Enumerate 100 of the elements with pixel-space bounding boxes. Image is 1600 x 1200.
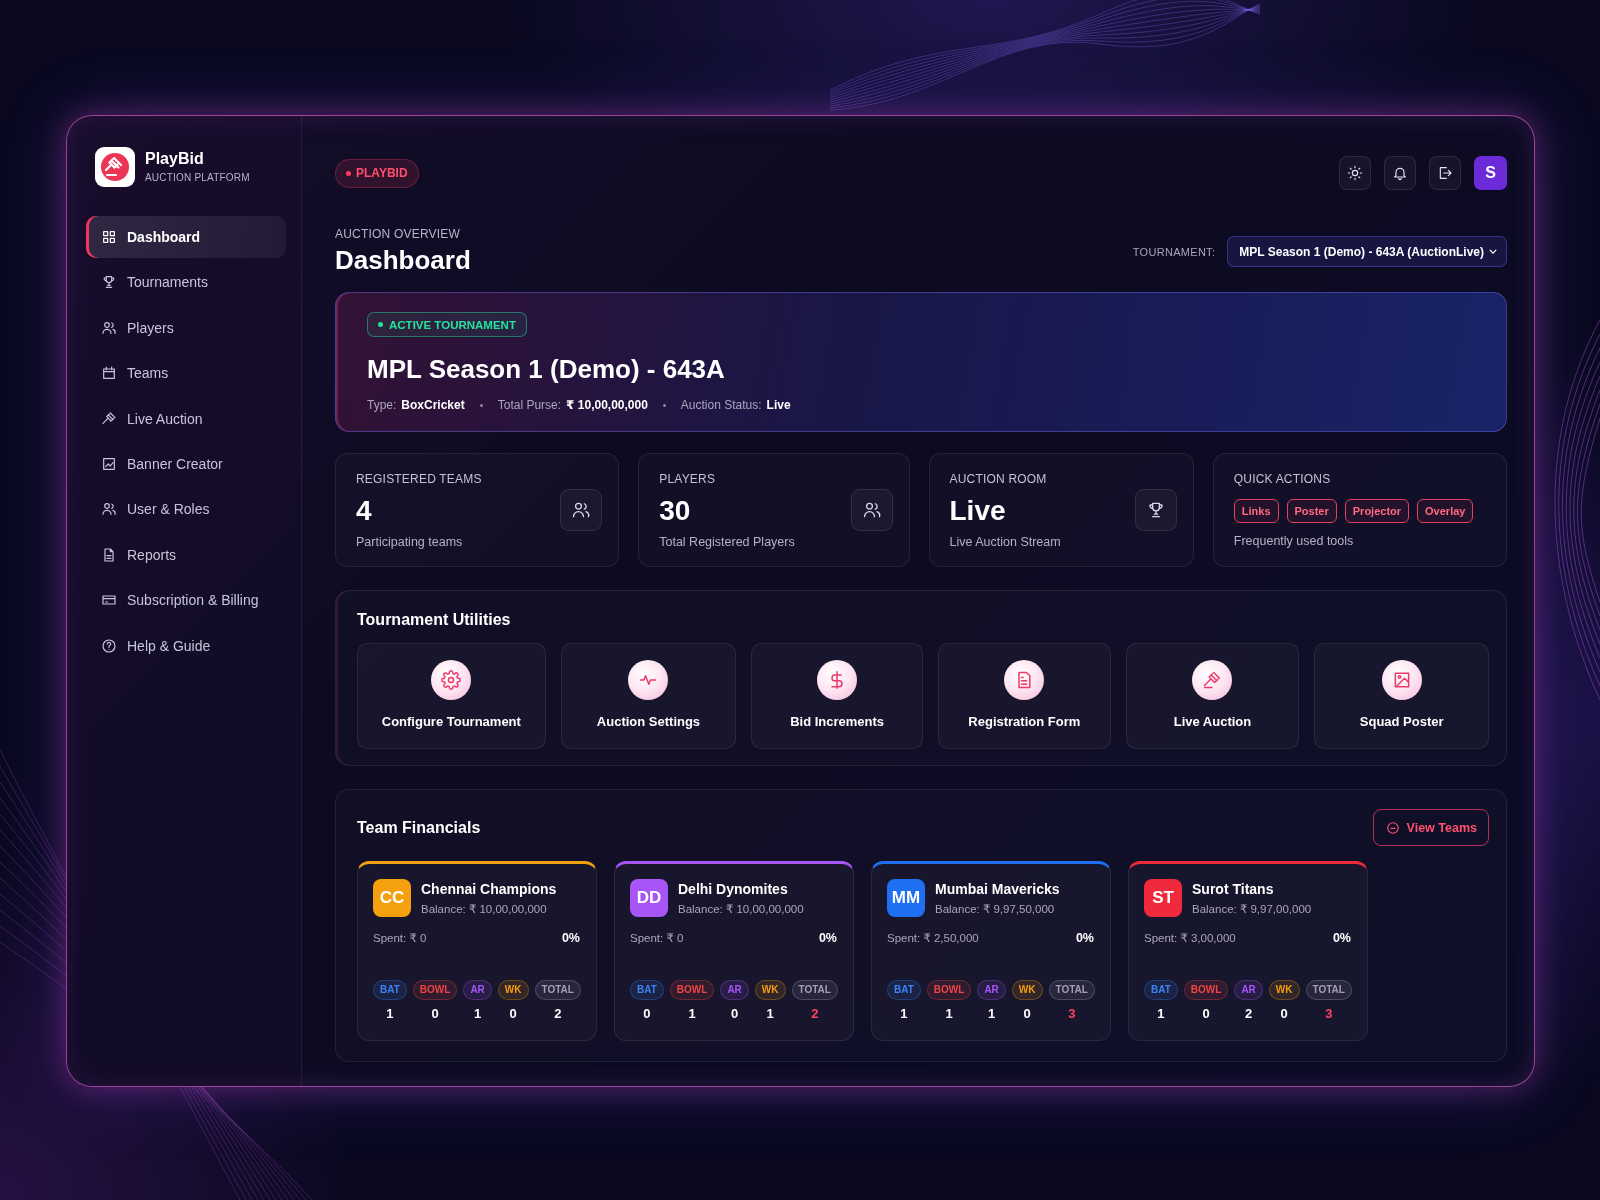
role-count: 3	[1068, 1007, 1076, 1021]
role-count: 1	[1157, 1007, 1165, 1021]
sidebar-item[interactable]: Teams	[86, 352, 286, 395]
role-count: 1	[386, 1007, 394, 1021]
role-tag: BAT	[887, 980, 921, 1000]
role-tag: WK	[1011, 980, 1043, 1000]
team-avatar: MM	[887, 879, 925, 917]
role-count: 3	[1325, 1007, 1333, 1021]
sidebar-item[interactable]: Banner Creator	[86, 442, 286, 485]
role-tag: TOTAL	[791, 980, 838, 1000]
role-count: 2	[811, 1007, 819, 1021]
sidebar-item[interactable]: Dashboard	[86, 216, 286, 258]
role-tag: WK	[1268, 980, 1300, 1000]
document-icon	[101, 546, 117, 563]
team-balance: Balance: ₹ 9,97,50,000	[935, 901, 1056, 916]
tournament-title: MPL Season 1 (Demo) - 643A	[367, 354, 726, 384]
meta-value: Live	[766, 398, 791, 412]
team-spent: Spent: ₹ 3,00,000	[1144, 931, 1236, 945]
role-tag: TOTAL	[1048, 980, 1095, 1000]
dollar-icon	[817, 660, 858, 700]
team-avatar: CC	[373, 879, 411, 917]
quick-action-button[interactable]: Projector	[1344, 499, 1410, 523]
stat-label: AUCTION ROOM	[949, 471, 1048, 486]
role-tag: AR	[720, 980, 749, 1000]
spent-percent: 0%	[1075, 931, 1094, 945]
grid-icon	[101, 229, 117, 245]
role-count: 0	[731, 1007, 739, 1021]
team-balance: Balance: ₹ 10,00,00,000	[678, 901, 804, 916]
role-count: 0	[431, 1007, 439, 1021]
utility-tile[interactable]: Live Auction	[1125, 643, 1300, 749]
utility-tile[interactable]: Auction Settings	[560, 643, 737, 749]
team-name: Delhi Dynomites	[678, 880, 789, 897]
user-avatar[interactable]: S	[1474, 156, 1507, 190]
sidebar-item[interactable]: Tournaments	[86, 261, 286, 304]
document-icon	[1004, 660, 1045, 700]
team-name: Mumbai Mavericks	[935, 880, 1060, 897]
logout-button[interactable]	[1429, 156, 1461, 190]
tournament-select[interactable]: MPL Season 1 (Demo) - 643A (AuctionLive)	[1227, 236, 1507, 267]
users-icon	[560, 489, 603, 531]
sidebar-item[interactable]: Reports	[86, 533, 286, 576]
sun-button[interactable]	[1339, 156, 1371, 190]
calendar-icon	[101, 365, 117, 382]
chevron-down-icon	[1489, 249, 1497, 254]
spent-percent: 0%	[561, 931, 580, 945]
trophy-icon	[1134, 489, 1177, 531]
bell-button[interactable]	[1384, 156, 1416, 190]
brand-badge-text: PLAYBID	[356, 166, 408, 180]
sidebar-item[interactable]: Help & Guide	[86, 624, 286, 667]
meta-label: Type:	[367, 398, 397, 412]
utility-tile[interactable]: Registration Form	[938, 643, 1111, 749]
page-eyebrow: AUCTION OVERVIEW	[335, 227, 461, 241]
sidebar-item[interactable]: Live Auction	[86, 397, 286, 440]
meta-value: ₹ 10,00,00,000	[566, 398, 648, 412]
brand-name: PlayBid	[145, 150, 205, 168]
role-count: 1	[945, 1007, 953, 1021]
role-count: 1	[988, 1007, 996, 1021]
role-tag: BAT	[1144, 980, 1178, 1000]
settings-icon	[431, 660, 472, 700]
stat-label: PLAYERS	[659, 471, 717, 486]
utility-tile[interactable]: Configure Tournament	[357, 643, 546, 749]
team-spent: Spent: ₹ 2,50,000	[887, 931, 979, 945]
sidebar-item[interactable]: Players	[86, 306, 286, 349]
view-teams-button[interactable]: View Teams	[1372, 809, 1489, 846]
role-tag: WK	[754, 980, 786, 1000]
status-badge-text: ACTIVE TOURNAMENT	[389, 318, 516, 331]
quick-action-button[interactable]: Poster	[1286, 499, 1337, 523]
quick-action-button[interactable]: Overlay	[1417, 499, 1474, 523]
role-tag: AR	[1234, 980, 1263, 1000]
meta-value: BoxCricket	[401, 398, 465, 412]
chart-icon	[101, 455, 117, 472]
role-count: 1	[766, 1007, 774, 1021]
pulse-icon	[628, 660, 669, 700]
quick-action-button[interactable]: Links	[1233, 499, 1279, 523]
page-title: Dashboard	[335, 245, 471, 275]
role-tag: BAT	[373, 980, 407, 1000]
role-tag: BOWL	[669, 980, 715, 1000]
gavel-icon	[1192, 660, 1233, 700]
role-count: 0	[1280, 1007, 1288, 1021]
minus-circle-icon	[1385, 820, 1400, 835]
role-tag: TOTAL	[1305, 980, 1352, 1000]
role-count: 0	[509, 1007, 517, 1021]
sidebar-item[interactable]: Subscription & Billing	[86, 579, 286, 622]
status-dot-icon	[378, 322, 383, 327]
stat-caption: Participating teams	[356, 534, 464, 549]
utility-tile[interactable]: Bid Increments	[751, 643, 923, 749]
stat-value: Live	[949, 496, 1007, 525]
logo-icon	[95, 147, 135, 187]
role-count: 0	[643, 1007, 651, 1021]
role-count: 0	[1202, 1007, 1210, 1021]
trophy-icon	[101, 274, 117, 291]
stat-value: 4	[356, 496, 373, 525]
sidebar-item[interactable]: User & Roles	[86, 488, 286, 531]
team-avatar: ST	[1144, 879, 1182, 917]
role-count: 1	[688, 1007, 696, 1021]
role-tag: BAT	[630, 980, 664, 1000]
role-tag: BOWL	[926, 980, 972, 1000]
stat-value: 30	[659, 496, 692, 525]
role-tag: TOTAL	[534, 980, 581, 1000]
separator-dot-icon	[479, 403, 483, 407]
utility-tile[interactable]: Squad Poster	[1314, 643, 1489, 749]
